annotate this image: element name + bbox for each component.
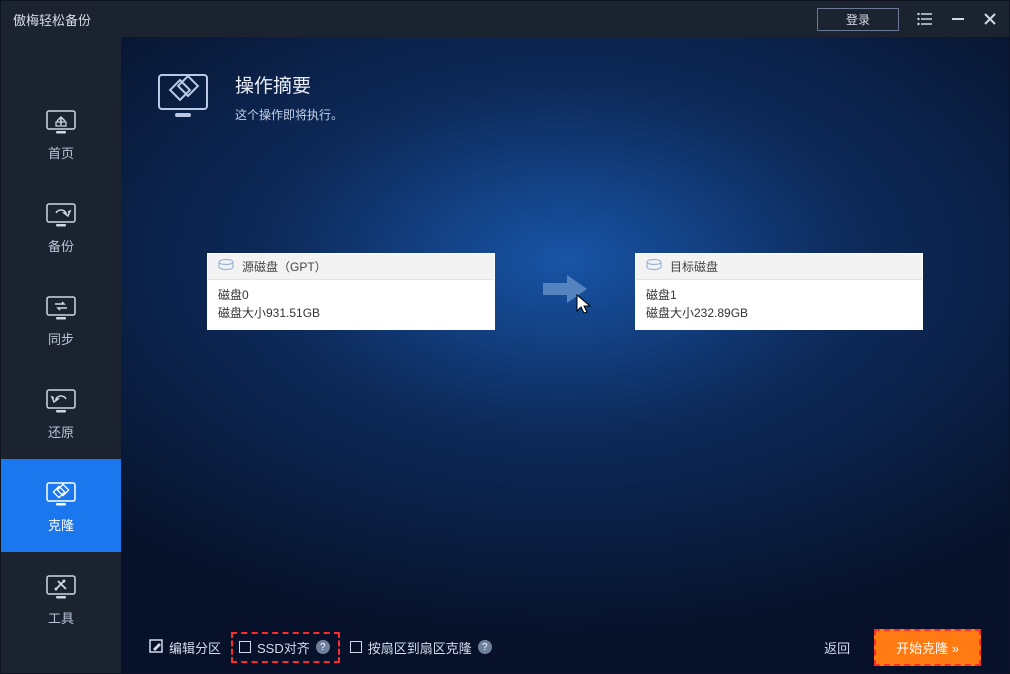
app-title: 傲梅轻松备份 xyxy=(13,10,91,29)
sector-clone-checkbox[interactable]: 按扇区到扇区克隆 ? xyxy=(350,638,492,657)
sidebar-item-label: 备份 xyxy=(48,236,74,255)
start-clone-button[interactable]: 开始克隆 » xyxy=(874,629,981,666)
footer-bar: 编辑分区 SSD对齐 ? 按扇区到扇区克隆 ? xyxy=(121,621,1009,673)
sidebar: 首页 备份 同步 还原 xyxy=(1,37,121,673)
sidebar-item-label: 工具 xyxy=(48,608,74,627)
titlebar: 傲梅轻松备份 登录 xyxy=(1,1,1009,37)
arrow-right-icon xyxy=(541,271,589,312)
start-clone-label: 开始克隆 » xyxy=(896,638,959,657)
back-button[interactable]: 返回 xyxy=(824,638,850,657)
minimize-icon[interactable] xyxy=(951,12,965,26)
restore-icon xyxy=(44,386,78,414)
ssd-align-highlight: SSD对齐 ? xyxy=(231,632,340,663)
sidebar-item-restore[interactable]: 还原 xyxy=(1,366,121,459)
menu-list-icon[interactable] xyxy=(917,12,933,26)
sidebar-item-clone[interactable]: 克隆 xyxy=(1,459,121,552)
main-panel: 操作摘要 这个操作即将执行。 源磁盘（GPT） 磁盘0 磁盘大小931.51GB xyxy=(121,37,1009,673)
sidebar-item-label: 首页 xyxy=(48,143,74,162)
sidebar-item-label: 克隆 xyxy=(48,515,74,534)
edit-partition-label: 编辑分区 xyxy=(169,638,221,657)
source-disk-size: 磁盘大小931.51GB xyxy=(218,304,484,322)
backup-icon xyxy=(44,200,78,228)
sync-icon xyxy=(44,293,78,321)
sidebar-item-sync[interactable]: 同步 xyxy=(1,273,121,366)
clone-icon xyxy=(44,479,78,507)
tools-icon xyxy=(44,572,78,600)
edit-partition-button[interactable]: 编辑分区 xyxy=(149,638,221,657)
sidebar-item-label: 同步 xyxy=(48,329,74,348)
checkbox-empty-icon xyxy=(239,641,251,653)
close-icon[interactable] xyxy=(983,12,997,26)
sector-clone-label: 按扇区到扇区克隆 xyxy=(368,638,472,657)
page-subtitle: 这个操作即将执行。 xyxy=(235,106,343,123)
ssd-align-label: SSD对齐 xyxy=(257,638,310,657)
source-disk-card[interactable]: 源磁盘（GPT） 磁盘0 磁盘大小931.51GB xyxy=(207,253,495,330)
disk-icon xyxy=(218,259,234,274)
source-disk-title: 源磁盘（GPT） xyxy=(242,258,327,275)
target-disk-name: 磁盘1 xyxy=(646,286,912,304)
sidebar-item-backup[interactable]: 备份 xyxy=(1,180,121,273)
checkbox-empty-icon xyxy=(350,641,362,653)
target-disk-size: 磁盘大小232.89GB xyxy=(646,304,912,322)
help-icon[interactable]: ? xyxy=(478,640,492,654)
target-disk-title: 目标磁盘 xyxy=(670,258,718,275)
edit-icon xyxy=(149,639,163,656)
sidebar-item-tools[interactable]: 工具 xyxy=(1,552,121,645)
sidebar-item-home[interactable]: 首页 xyxy=(1,87,121,180)
disk-icon xyxy=(646,259,662,274)
source-disk-name: 磁盘0 xyxy=(218,286,484,304)
summary-icon xyxy=(155,71,211,121)
help-icon[interactable]: ? xyxy=(316,640,330,654)
sidebar-item-label: 还原 xyxy=(48,422,74,441)
page-title: 操作摘要 xyxy=(235,71,343,98)
login-button[interactable]: 登录 xyxy=(817,8,899,31)
home-icon xyxy=(44,107,78,135)
ssd-align-checkbox[interactable]: SSD对齐 ? xyxy=(239,638,330,657)
target-disk-card[interactable]: 目标磁盘 磁盘1 磁盘大小232.89GB xyxy=(635,253,923,330)
